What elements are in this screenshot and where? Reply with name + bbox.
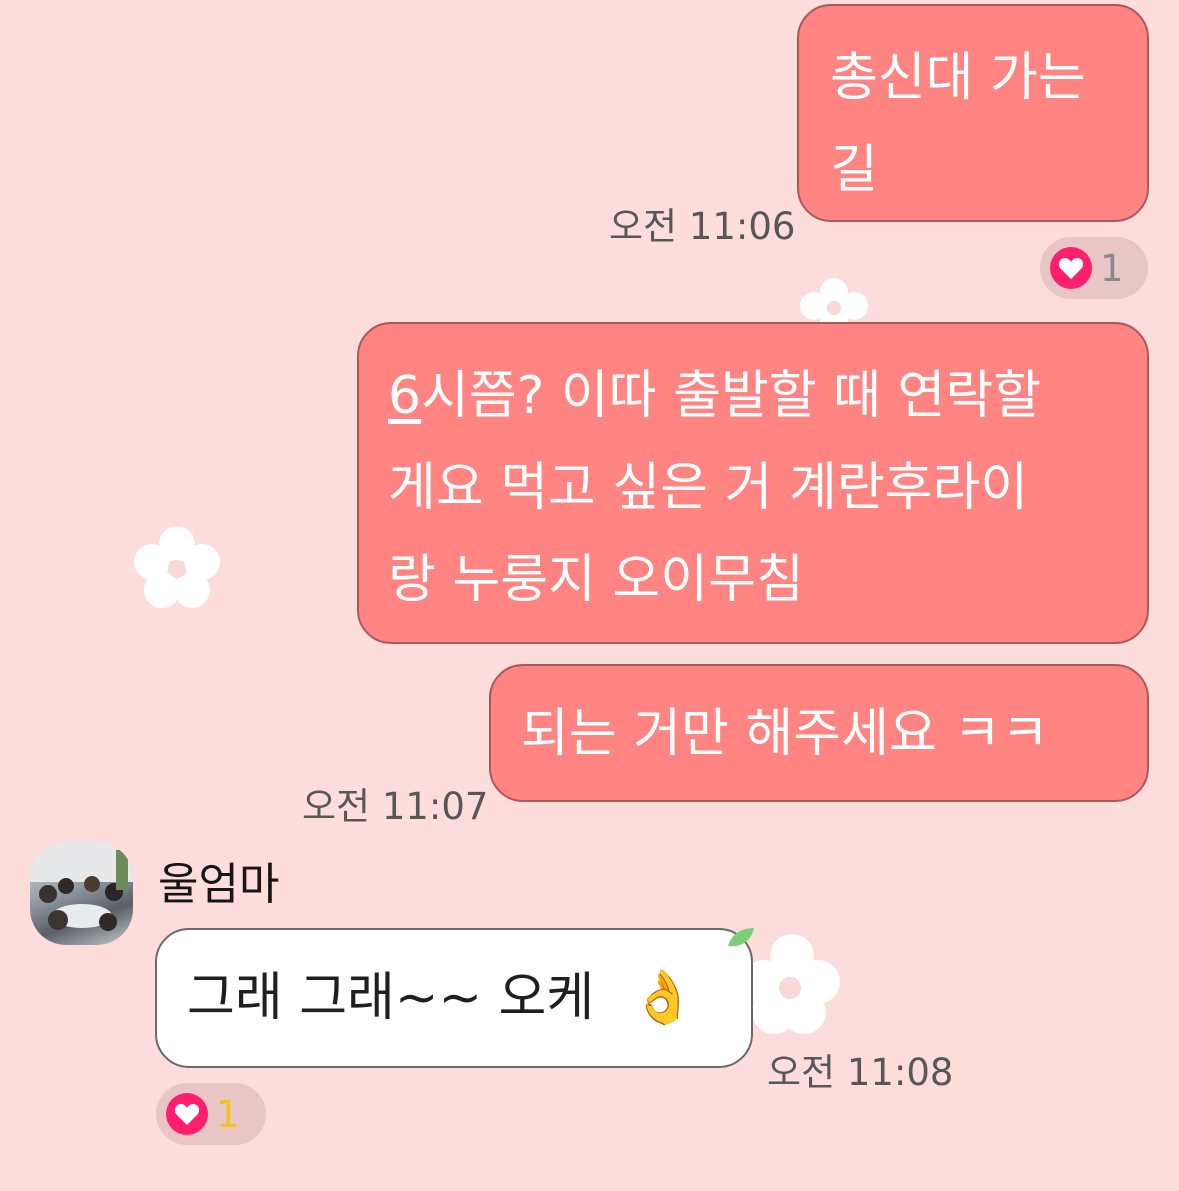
reaction-count: 1: [216, 1092, 240, 1136]
reaction-badge[interactable]: 1: [1040, 237, 1148, 299]
message-text-line: 길: [830, 140, 878, 200]
message-text-line: 게요 먹고 싶은 거 계란후라이: [388, 458, 1029, 518]
heart-icon: [1050, 247, 1092, 289]
message-text: 그래 그래~~ 오케: [187, 968, 595, 1028]
message-timestamp: 오전 11:06: [609, 205, 796, 248]
avatar[interactable]: [30, 842, 133, 945]
flower-decoration-icon: [800, 278, 868, 322]
chat-screen: { "theme": { "background": "#fddcdc", "o…: [0, 0, 1179, 1191]
leaf-decoration-icon: [728, 928, 754, 947]
message-timestamp: 오전 11:07: [302, 785, 489, 828]
incoming-message-bubble[interactable]: 그래 그래~~ 오케 👌: [155, 928, 753, 1068]
heart-icon: [166, 1093, 208, 1135]
message-text-line: 랑 누룽지 오이무침: [388, 550, 804, 610]
message-timestamp: 오전 11:08: [767, 1051, 954, 1094]
message-text-line: 6시쯤? 이따 출발할 때 연락할: [388, 366, 1042, 426]
ok-hand-emoji: 👌: [630, 968, 696, 1028]
outgoing-message-bubble[interactable]: 되는 거만 해주세요 ㅋㅋ: [489, 664, 1149, 802]
flower-decoration-icon: [134, 526, 220, 608]
outgoing-message-bubble[interactable]: 총신대 가는 길: [797, 4, 1149, 222]
outgoing-message-bubble[interactable]: 6시쯤? 이따 출발할 때 연락할 게요 먹고 싶은 거 계란후라이 랑 누룽지…: [357, 322, 1149, 644]
reaction-count: 1: [1100, 246, 1124, 290]
message-text-line: 총신대 가는: [830, 48, 1086, 108]
message-text-line: 되는 거만 해주세요 ㅋㅋ: [521, 704, 1049, 764]
sender-name: 울엄마: [158, 859, 280, 910]
reaction-badge[interactable]: 1: [156, 1083, 266, 1145]
detected-number-link[interactable]: 6: [388, 366, 421, 426]
